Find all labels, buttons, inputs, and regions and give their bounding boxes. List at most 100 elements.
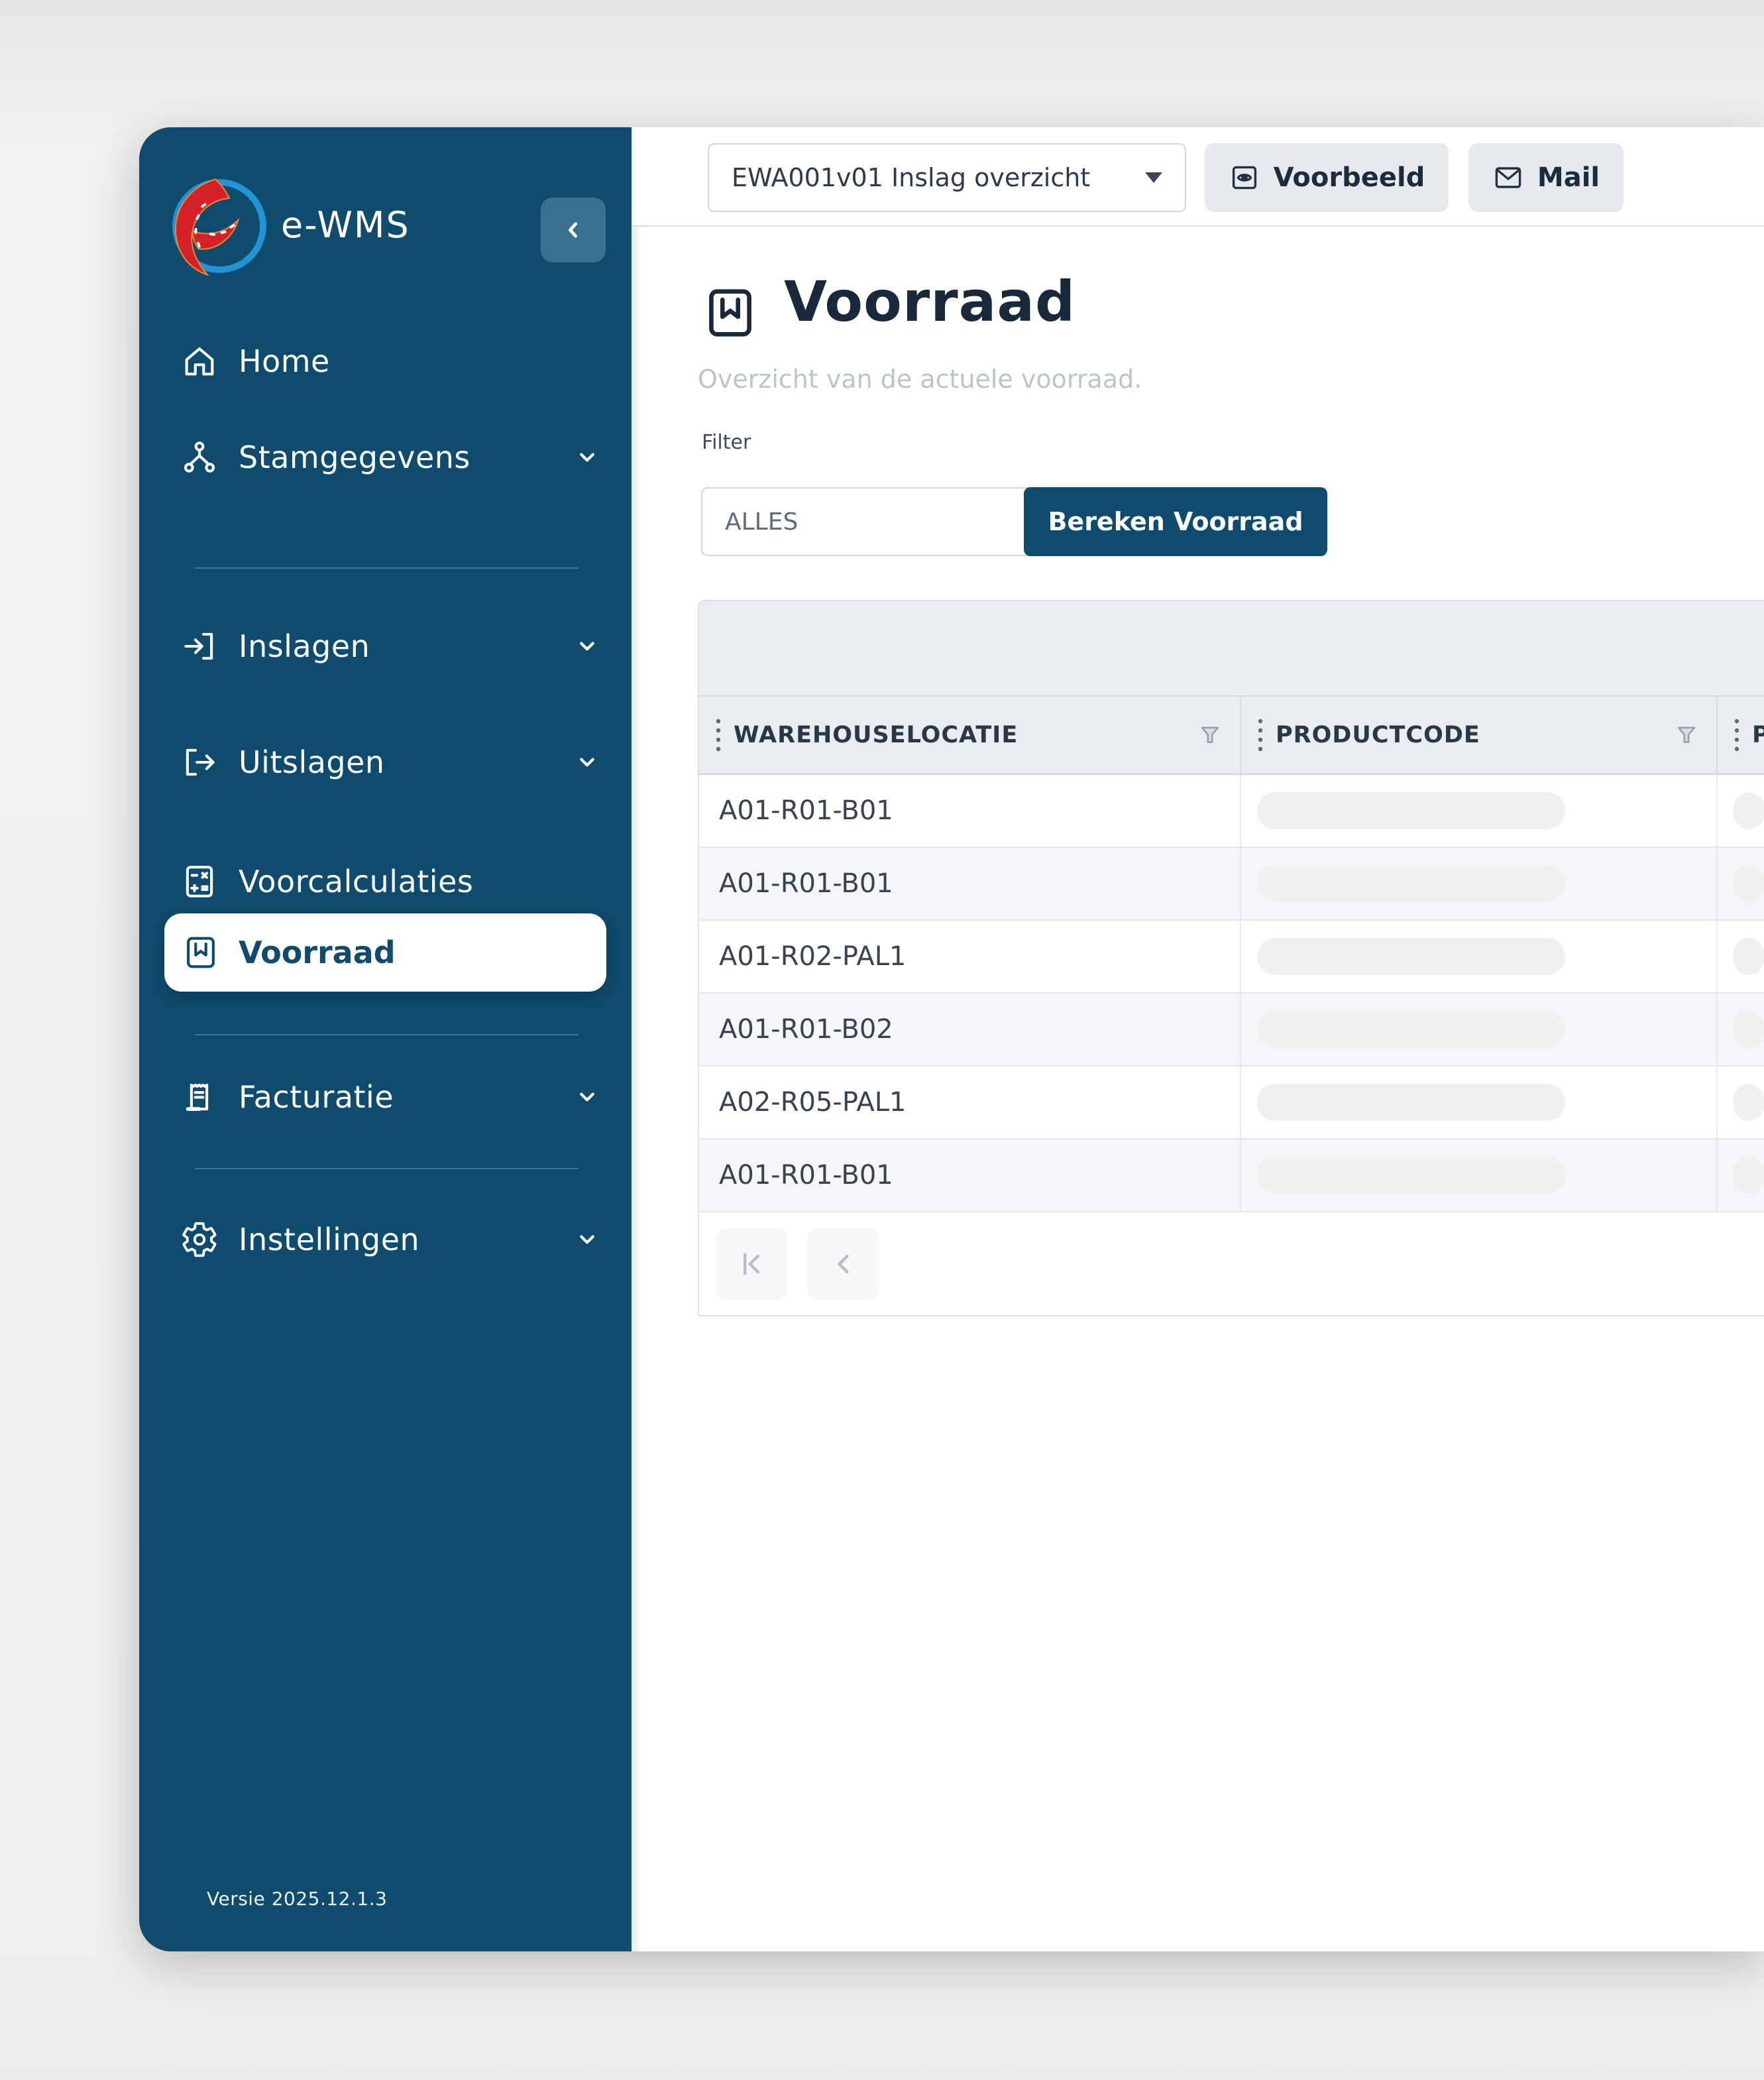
main-content: EWA001v01 Inslag overzicht Voorbeeld Mai…	[632, 127, 1764, 1951]
filter-funnel-icon[interactable]	[1674, 721, 1699, 750]
sidebar-item-voorcalculaties[interactable]: Voorcalculaties	[139, 844, 632, 919]
cell-productcode	[1241, 994, 1718, 1065]
table-row[interactable]: A02-R05-PAL1	[698, 1067, 1764, 1139]
redacted-value	[1257, 1011, 1565, 1048]
first-page-button[interactable]	[716, 1228, 787, 1300]
stock-book-icon	[701, 284, 759, 342]
chevron-down-icon	[573, 1083, 601, 1111]
sidebar-item-label: Voorraad	[239, 935, 396, 970]
sidebar-item-facturatie[interactable]: Facturatie	[139, 1060, 632, 1134]
preview-button[interactable]: Voorbeeld	[1205, 143, 1449, 212]
column-header-truncated[interactable]: PR	[1718, 697, 1764, 774]
cell-productcode	[1241, 1139, 1718, 1211]
sidebar-collapse-button[interactable]	[541, 198, 606, 262]
cell-productcode	[1241, 921, 1718, 992]
cell-warehouselocatie: A01-R01-B01	[699, 1139, 1241, 1211]
redacted-value	[1734, 1157, 1764, 1194]
table-row[interactable]: A01-R01-B01	[698, 848, 1764, 921]
sidebar-item-voorraad[interactable]: Voorraad	[164, 913, 606, 992]
column-header-label: WAREHOUSELOCATIE	[734, 722, 1018, 748]
cell-truncated	[1718, 775, 1764, 846]
previous-page-button[interactable]	[807, 1228, 879, 1300]
table-toolbar	[698, 600, 1764, 697]
chevron-down-icon	[573, 632, 601, 660]
logout-arrow-icon	[180, 743, 219, 781]
filter-select-value: ALLES	[725, 508, 798, 536]
sidebar-item-instellingen[interactable]: Instellingen	[139, 1202, 632, 1277]
page-subtitle: Overzicht van de actuele voorraad.	[698, 365, 1142, 394]
redacted-value	[1257, 1084, 1565, 1121]
app-version: Versie 2025.12.1.3	[207, 1888, 387, 1910]
redacted-value	[1734, 792, 1764, 829]
table-row[interactable]: A01-R02-PAL1	[698, 921, 1764, 994]
chevron-left-icon	[826, 1247, 860, 1281]
table-row[interactable]: A01-R01-B01	[698, 1139, 1764, 1212]
column-header-label: PR	[1752, 722, 1764, 748]
sidebar-item-label: Inslagen	[239, 628, 370, 664]
table-pagination	[698, 1212, 1764, 1316]
stock-book-icon	[182, 933, 220, 972]
app-window: e-WMS Home Stamgegevens Inslagen	[139, 127, 1764, 1951]
ewms-logo-icon	[170, 176, 269, 276]
cell-truncated	[1718, 1139, 1764, 1211]
cell-truncated	[1718, 1067, 1764, 1138]
drag-handle-icon[interactable]	[1257, 716, 1264, 754]
cell-productcode	[1241, 848, 1718, 919]
cell-warehouselocatie: A01-R01-B02	[699, 994, 1241, 1065]
filter-select[interactable]: ALLES	[701, 487, 1068, 556]
sidebar-item-home[interactable]: Home	[139, 324, 632, 398]
chevron-down-icon	[573, 443, 601, 471]
first-page-icon	[734, 1247, 769, 1281]
login-arrow-icon	[180, 627, 219, 665]
drag-handle-icon[interactable]	[715, 716, 722, 754]
sidebar-item-inslagen[interactable]: Inslagen	[139, 609, 632, 683]
preview-button-label: Voorbeeld	[1274, 162, 1425, 193]
home-icon	[180, 342, 219, 380]
sidebar-divider	[195, 1034, 579, 1035]
brand-name: e-WMS	[281, 204, 410, 246]
sidebar-item-label: Home	[239, 343, 330, 379]
table-header-row: WAREHOUSELOCATIE PRODUCTCODE PR	[698, 697, 1764, 775]
gear-icon	[180, 1220, 219, 1259]
table-row[interactable]: A01-R01-B02	[698, 994, 1764, 1067]
sidebar-item-label: Stamgegevens	[239, 439, 470, 475]
column-header-label: PRODUCTCODE	[1276, 722, 1480, 748]
cell-truncated	[1718, 994, 1764, 1065]
cell-truncated	[1718, 921, 1764, 992]
cell-warehouselocatie: A01-R01-B01	[699, 848, 1241, 919]
redacted-value	[1257, 1157, 1565, 1194]
cell-productcode	[1241, 775, 1718, 846]
chevron-down-icon	[573, 1226, 601, 1253]
mail-button[interactable]: Mail	[1468, 143, 1624, 212]
cell-warehouselocatie: A02-R05-PAL1	[699, 1067, 1241, 1138]
filter-funnel-icon[interactable]	[1197, 721, 1223, 750]
cell-productcode	[1241, 1067, 1718, 1138]
hierarchy-icon	[180, 438, 219, 477]
report-select[interactable]: EWA001v01 Inslag overzicht	[708, 143, 1186, 212]
redacted-value	[1257, 865, 1565, 902]
sidebar-item-uitslagen[interactable]: Uitslagen	[139, 725, 632, 799]
redacted-value	[1734, 1084, 1764, 1121]
filter-label: Filter	[702, 431, 751, 454]
topbar: EWA001v01 Inslag overzicht Voorbeeld Mai…	[632, 127, 1764, 227]
column-header-productcode[interactable]: PRODUCTCODE	[1241, 697, 1718, 774]
stock-table: WAREHOUSELOCATIE PRODUCTCODE PR A01-R01-	[698, 600, 1764, 1319]
cell-warehouselocatie: A01-R02-PAL1	[699, 921, 1241, 992]
sidebar-item-stamgegevens[interactable]: Stamgegevens	[139, 420, 632, 494]
sidebar-item-label: Instellingen	[239, 1222, 419, 1257]
redacted-value	[1257, 938, 1565, 975]
screen: e-WMS Home Stamgegevens Inslagen	[0, 0, 1764, 2080]
page-title: Voorraad	[784, 269, 1075, 334]
sidebar-item-label: Uitslagen	[239, 744, 385, 780]
calculate-stock-button[interactable]: Bereken Voorraad	[1024, 487, 1327, 556]
table-row[interactable]: A01-R01-B01	[698, 775, 1764, 848]
redacted-value	[1734, 938, 1764, 975]
invoice-icon	[180, 1078, 219, 1116]
column-header-warehouselocatie[interactable]: WAREHOUSELOCATIE	[699, 697, 1241, 774]
report-select-value: EWA001v01 Inslag overzicht	[732, 163, 1090, 192]
redacted-value	[1734, 865, 1764, 902]
preview-eye-icon	[1229, 162, 1260, 194]
sidebar-item-label: Facturatie	[239, 1079, 394, 1115]
drag-handle-icon[interactable]	[1734, 716, 1740, 754]
redacted-value	[1257, 792, 1565, 829]
